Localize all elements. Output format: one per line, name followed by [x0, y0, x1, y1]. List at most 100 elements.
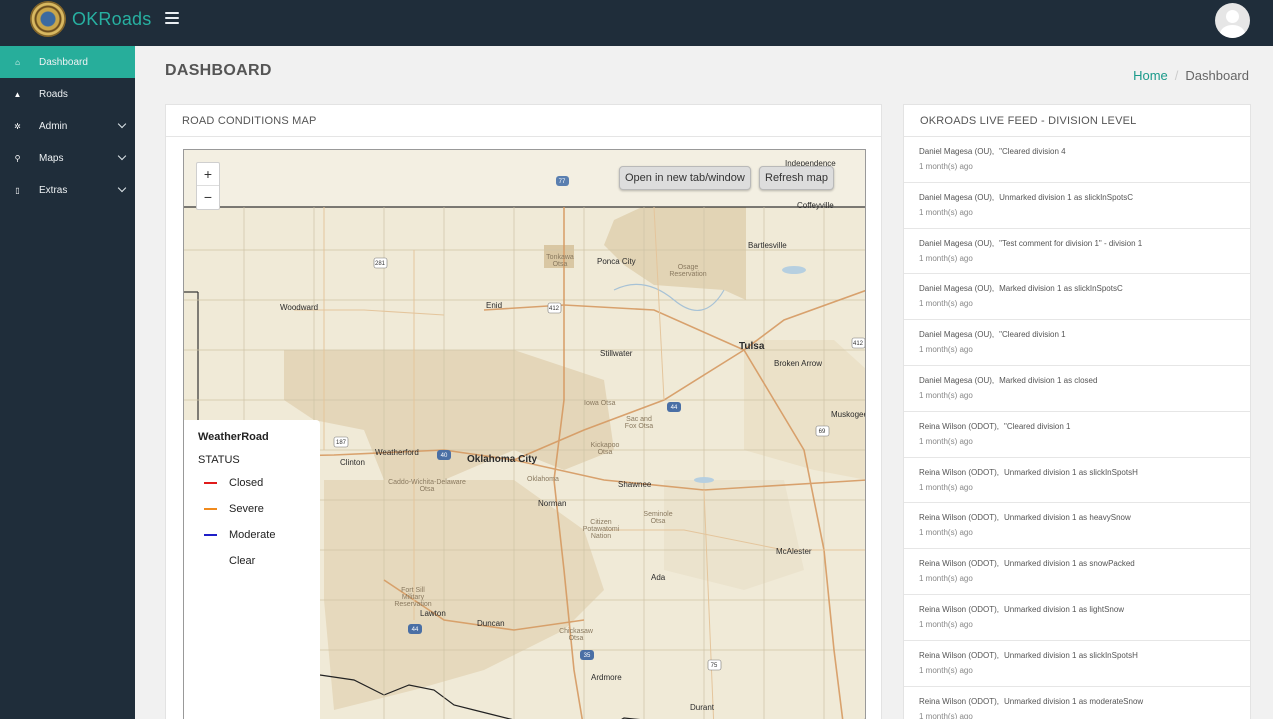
map-label: Ponca City — [597, 257, 636, 266]
feed-message: Unmarked division 1 as slickInSpotsC — [999, 192, 1133, 202]
map-pin-icon: ⚲ — [14, 153, 21, 163]
panel-title: OKROADS LIVE FEED - DIVISION LEVEL — [904, 105, 1250, 137]
feed-user: Reina Wilson (ODOT), — [919, 467, 1000, 477]
map-label: Clinton — [340, 458, 365, 467]
sidebar-item-extras[interactable]: ▯ Extras — [0, 174, 135, 206]
feed-item: Reina Wilson (ODOT), "Cleared division 1 1… — [904, 412, 1250, 458]
svg-text:412: 412 — [853, 341, 864, 347]
svg-text:40: 40 — [441, 453, 448, 459]
feed-timestamp: 1 month(s) ago — [919, 619, 973, 629]
refresh-map-button[interactable]: Refresh map — [759, 166, 834, 190]
sidebar-item-label: Maps — [39, 152, 64, 164]
feed-item: Daniel Magesa (OU), Unmarked division 1 a… — [904, 183, 1250, 229]
feed-timestamp: 1 month(s) ago — [919, 390, 973, 400]
feed-entry-text: Reina Wilson (ODOT), Unmarked division 1 … — [919, 513, 1250, 522]
map-label: Kickapoo Otsa — [590, 442, 620, 456]
legend-label: Closed — [229, 477, 264, 489]
brand-name: OKRoads — [72, 8, 152, 29]
feed-message: "Cleared division 1 — [1004, 421, 1071, 431]
gear-icon: ✲ — [14, 121, 21, 131]
feed-timestamp: 1 month(s) ago — [919, 711, 973, 719]
feed-message: Unmarked division 1 as slickInSpotsH — [1004, 650, 1138, 660]
feed-entry-text: Reina Wilson (ODOT), "Cleared division 1 — [919, 422, 1250, 431]
breadcrumb-home-link[interactable]: Home — [1133, 68, 1168, 83]
feed-user: Reina Wilson (ODOT), — [919, 559, 1000, 569]
road-conditions-map-panel: ROAD CONDITIONS MAP 77 281 412 40 44 44 … — [165, 104, 882, 719]
feed-entry-text: Daniel Magesa (OU), "Test comment for div… — [919, 239, 1250, 248]
feed-message: "Cleared division 1 — [999, 330, 1066, 340]
feed-entry-text: Reina Wilson (ODOT), Unmarked division 1 … — [919, 697, 1250, 706]
feed-timestamp: 1 month(s) ago — [919, 528, 973, 538]
legend-swatch — [204, 560, 217, 562]
feed-timestamp: 1 month(s) ago — [919, 665, 973, 675]
map-label: Osage Reservation — [669, 264, 707, 278]
chevron-down-icon — [117, 151, 127, 161]
feed-entry-text: Daniel Magesa (OU), Unmarked division 1 a… — [919, 193, 1250, 202]
road-icon: ▲ — [13, 89, 22, 99]
home-icon: ⌂ — [15, 57, 20, 67]
feed-user: Reina Wilson (ODOT), — [919, 421, 1000, 431]
brand-logo-link[interactable]: OKRoads — [30, 1, 152, 37]
map-label: Lawton — [420, 609, 446, 618]
top-navbar: OKRoads — [0, 0, 1273, 46]
map-label: Ardmore — [591, 673, 622, 682]
svg-text:412: 412 — [549, 306, 560, 312]
feed-user: Daniel Magesa (OU), — [919, 375, 995, 385]
feed-timestamp: 1 month(s) ago — [919, 345, 973, 355]
feed-timestamp: 1 month(s) ago — [919, 162, 973, 171]
map-label: Tulsa — [739, 341, 765, 352]
svg-text:75: 75 — [711, 663, 718, 669]
legend-label: Severe — [229, 503, 264, 515]
open-in-new-tab-button[interactable]: Open in new tab/window — [619, 166, 751, 190]
zoom-in-button[interactable]: + — [197, 163, 219, 186]
legend-item-closed: Closed — [204, 477, 263, 489]
user-avatar[interactable] — [1215, 3, 1250, 38]
map-label: Broken Arrow — [774, 359, 823, 368]
svg-text:187: 187 — [336, 440, 347, 446]
sidebar-item-roads[interactable]: ▲ Roads — [0, 78, 135, 110]
sidebar-item-admin[interactable]: ✲ Admin — [0, 110, 135, 142]
map-label: Oklahoma — [527, 476, 559, 483]
svg-text:69: 69 — [819, 429, 826, 435]
legend-label: Clear — [229, 555, 256, 567]
map-label: Seminole Otsa — [643, 511, 673, 525]
zoom-out-button[interactable]: − — [197, 186, 219, 209]
feed-user: Daniel Magesa (OU), — [919, 147, 995, 156]
map-label: Caddo-Wichita-Delaware Otsa — [388, 479, 466, 493]
map-label: Duncan — [477, 619, 505, 628]
sidebar-item-dashboard[interactable]: ⌂ Dashboard — [0, 46, 135, 78]
sidebar-item-label: Admin — [39, 120, 68, 132]
feed-timestamp: 1 month(s) ago — [919, 299, 973, 309]
sidebar: ⌂ Dashboard ▲ Roads ✲ Admin ⚲ Maps ▯ Ext… — [0, 46, 135, 719]
oklahoma-seal-icon — [30, 1, 66, 37]
page-title: DASHBOARD — [165, 62, 272, 79]
feed-list: Daniel Magesa (OU), "Cleared division 4 1 … — [904, 137, 1250, 719]
legend-label: Moderate — [229, 529, 276, 541]
feed-entry-text: Daniel Magesa (OU), "Cleared division 1 — [919, 330, 1250, 339]
feed-message: Unmarked division 1 as moderateSnow — [1004, 696, 1144, 706]
svg-text:281: 281 — [375, 261, 386, 267]
feed-entry-text: Daniel Magesa (OU), Marked division 1 as … — [919, 376, 1250, 385]
legend-title: WeatherRoad — [198, 431, 269, 443]
feed-user: Daniel Magesa (OU), — [919, 238, 995, 248]
feed-item: Daniel Magesa (OU), Marked division 1 as … — [904, 274, 1250, 321]
breadcrumb: Home / Dashboard — [1133, 68, 1249, 83]
feed-entry-text: Daniel Magesa (OU), Marked division 1 as … — [919, 284, 1250, 293]
feed-message: Unmarked division 1 as lightSnow — [1004, 604, 1125, 614]
feed-message: Marked division 1 as closed — [999, 375, 1098, 385]
map-label: Iowa Otsa — [584, 400, 616, 407]
sidebar-item-maps[interactable]: ⚲ Maps — [0, 142, 135, 174]
legend-item-clear: Clear — [204, 555, 255, 567]
map-label: Citizen Potawatomi Nation — [582, 519, 620, 540]
menu-toggle-icon[interactable] — [165, 12, 179, 24]
legend-swatch — [204, 508, 217, 510]
feed-entry-text: Reina Wilson (ODOT), Unmarked division 1 … — [919, 468, 1250, 477]
road-conditions-map[interactable]: 77 281 412 40 44 44 35 69 75 412 187 Ind… — [183, 149, 866, 719]
panel-title: ROAD CONDITIONS MAP — [166, 105, 881, 137]
feed-item: Reina Wilson (ODOT), Unmarked division 1 … — [904, 595, 1250, 641]
feed-item: Reina Wilson (ODOT), Unmarked division 1 … — [904, 687, 1250, 719]
map-label: Stillwater — [600, 349, 633, 358]
svg-text:44: 44 — [671, 405, 678, 411]
map-label: Bartlesville — [748, 241, 787, 250]
svg-text:35: 35 — [584, 653, 591, 659]
